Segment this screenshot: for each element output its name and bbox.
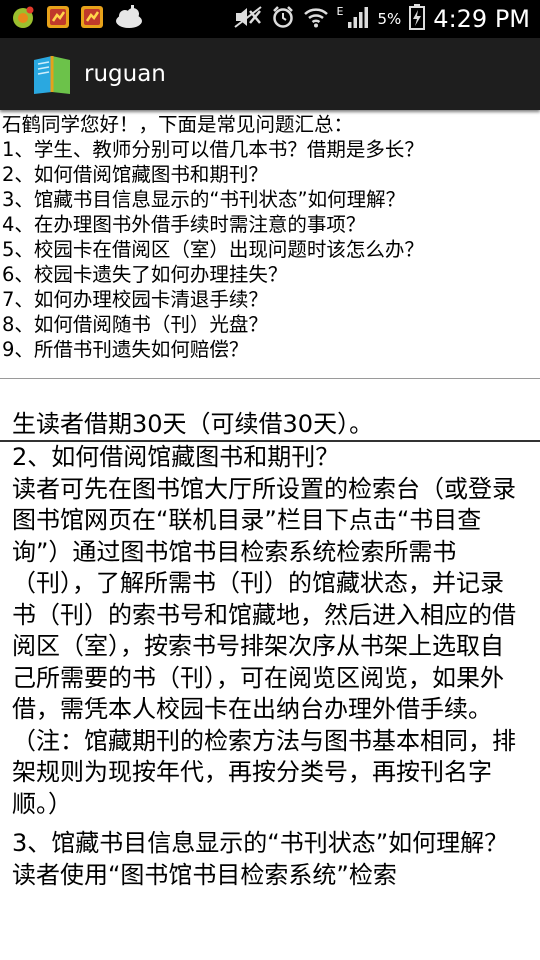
question-item[interactable]: 3、馆藏书目信息显示的“书刊状态”如何理解？ [2, 187, 540, 212]
question-item[interactable]: 2、如何借阅馆藏图书和期刊？ [2, 162, 540, 187]
answer-question-heading: 2、如何借阅馆藏图书和期刊？ [12, 443, 340, 471]
app-title: ruguan [84, 61, 166, 87]
question-item[interactable]: 1、学生、教师分别可以借几本书？借期是多长？ [2, 137, 540, 162]
network-type: E [336, 4, 344, 18]
question-item[interactable]: 9、所借书刊遗失如何赔偿？ [2, 337, 540, 362]
question-item[interactable]: 6、校园卡遗失了如何办理挂失？ [2, 262, 540, 287]
answer-partial-line: 生读者借期30天（可续借30天）。 [12, 410, 374, 438]
summary-divider [0, 378, 540, 379]
action-bar: ruguan [0, 38, 540, 110]
answer-paragraph: 读者使用“图书馆书目检索系统”检索 [12, 860, 397, 889]
notification-icons [0, 4, 144, 34]
book-app-icon[interactable] [30, 52, 74, 96]
clock-time: 4:29 PM [433, 5, 530, 33]
question-item[interactable]: 8、如何借阅随书（刊）光盘？ [2, 312, 540, 337]
mute-icon [233, 5, 263, 33]
question-item[interactable]: 4、在办理图书外借手续时需注意的事项？ [2, 212, 540, 237]
status-bar: E 5% 4:29 PM [0, 0, 540, 38]
wifi-icon [303, 6, 329, 32]
question-item[interactable]: 7、如何办理校园卡清退手续？ [2, 287, 540, 312]
greeting-text: 石鹤同学您好！，下面是常见问题汇总： [2, 113, 354, 136]
battery-icon [409, 4, 426, 34]
stocks-icon [46, 5, 70, 33]
question-item[interactable]: 5、校园卡在借阅区（室）出现问题时该怎么办？ [2, 237, 540, 262]
faq-summary: 石鹤同学您好！，下面是常见问题汇总： 1、学生、教师分别可以借几本书？借期是多长… [0, 112, 540, 362]
alarm-icon [271, 5, 295, 33]
stocks-icon [80, 5, 104, 33]
app-notification-icon [10, 4, 36, 34]
answer-scroll-area[interactable]: 生读者借期30天（可续借30天）。 2、如何借阅馆藏图书和期刊？ 读者可先在图书… [0, 380, 540, 960]
answer-paragraph: 读者可先在图书馆大厅所设置的检索台（或登录图书馆网页在“联机目录”栏目下点击“书… [12, 474, 516, 818]
answer-content: 2、如何借阅馆藏图书和期刊？ 读者可先在图书馆大厅所设置的检索台（或登录图书馆网… [12, 442, 527, 891]
signal-icon [346, 5, 370, 33]
cloud-weather-icon [114, 4, 144, 34]
answer-question-heading: 3、馆藏书目信息显示的“书刊状态”如何理解？ [12, 829, 509, 857]
system-icons: E 5% 4:29 PM [233, 4, 540, 34]
battery-percent: 5% [377, 10, 402, 28]
